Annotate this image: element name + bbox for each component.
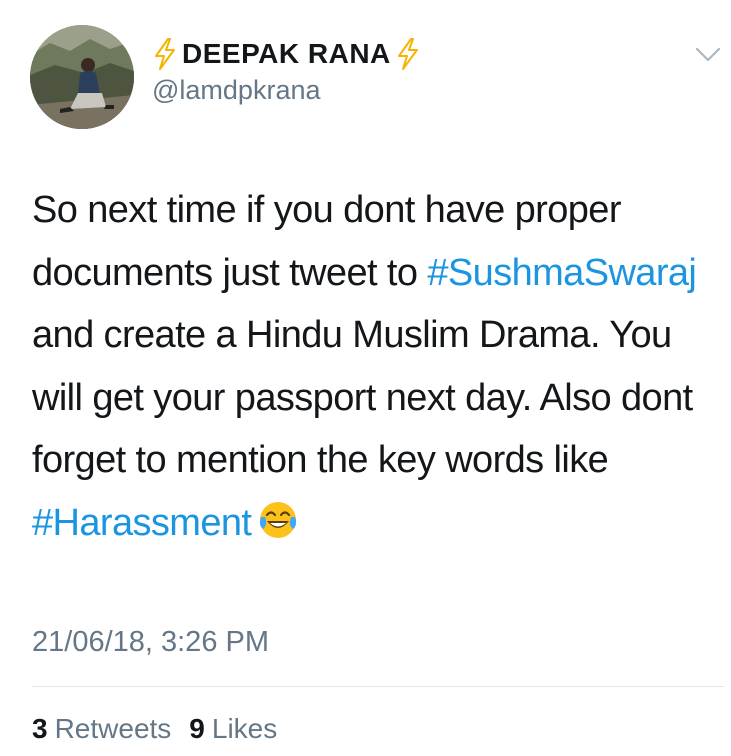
- retweets-label[interactable]: Retweets: [55, 713, 172, 745]
- divider: [32, 686, 724, 687]
- likes-count[interactable]: 9: [189, 713, 205, 745]
- high-voltage-icon: [155, 38, 175, 70]
- hashtag-link[interactable]: #SushmaSwaraj: [427, 252, 696, 294]
- avatar[interactable]: [30, 25, 134, 129]
- face-with-tears-of-joy-icon: [260, 501, 297, 538]
- likes-label[interactable]: Likes: [212, 713, 277, 745]
- retweets-count[interactable]: 3: [32, 713, 48, 745]
- high-voltage-icon: [397, 38, 418, 70]
- hashtag-link[interactable]: #Harassment: [32, 502, 252, 544]
- tweet-text: So next time if you dont have proper doc…: [32, 179, 722, 554]
- engagement-stats: 3 Retweets 9 Likes: [32, 713, 295, 745]
- author-name-row[interactable]: DEEPAK RANA: [152, 36, 421, 72]
- author-handle[interactable]: @lamdpkrana: [152, 75, 321, 106]
- chevron-down-icon[interactable]: [694, 45, 722, 65]
- tweet-timestamp[interactable]: 21/06/18, 3:26 PM: [32, 626, 269, 659]
- tweet-card: DEEPAK RANA @lamdpkrana So next time if …: [0, 0, 731, 756]
- avatar-photo: [30, 25, 134, 129]
- author-name[interactable]: DEEPAK RANA: [182, 38, 391, 70]
- tweet-text-segment: and create a Hindu Muslim Drama. You wil…: [32, 314, 693, 481]
